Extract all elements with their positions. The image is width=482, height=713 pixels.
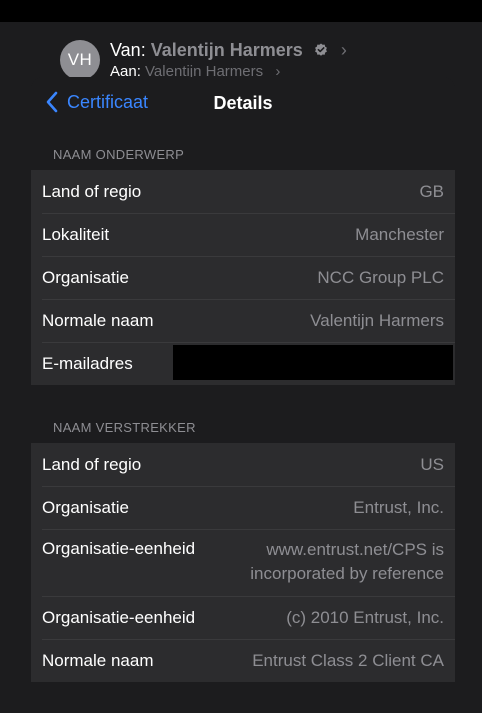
list-item: Land of regio US	[31, 443, 455, 486]
row-value: NCC Group PLC	[317, 267, 444, 287]
from-name: Valentijn Harmers	[150, 40, 303, 60]
list-item: Organisatie-eenheid (c) 2010 Entrust, In…	[31, 596, 455, 639]
row-value: Entrust Class 2 Client CA	[252, 650, 444, 670]
row-label: Normale naam	[42, 650, 154, 670]
row-label: Normale naam	[42, 310, 154, 330]
mail-from[interactable]: Van: Valentijn Harmers ›	[110, 40, 347, 61]
list-item: Organisatie Entrust, Inc.	[31, 486, 455, 529]
status-bar	[0, 0, 482, 22]
verified-icon	[314, 43, 327, 56]
page-title: Details	[213, 93, 273, 113]
row-value: Manchester	[355, 224, 444, 244]
avatar[interactable]: VH	[60, 40, 100, 80]
screen: VH Van: Valentijn Harmers › Aan: Valenti…	[0, 0, 482, 713]
list-item: Normale naam Entrust Class 2 Client CA	[31, 639, 455, 682]
section-header-subject: NAAM ONDERWERP	[53, 147, 185, 162]
list-item: Land of regio GB	[31, 170, 455, 213]
row-label: Organisatie	[42, 497, 129, 517]
subject-section: Land of regio GB Lokaliteit Manchester O…	[31, 170, 455, 385]
row-label: Organisatie-eenheid	[42, 607, 196, 627]
row-label: Lokaliteit	[42, 224, 110, 244]
row-value: US	[420, 454, 444, 474]
row-value: Entrust, Inc.	[353, 497, 444, 517]
list-item: Organisatie NCC Group PLC	[31, 256, 455, 299]
list-item: Organisatie-eenheid www.entrust.net/CPS …	[31, 529, 455, 596]
certificate-details-sheet: Certificaat Details NAAM ONDERWERP Land …	[31, 77, 455, 713]
section-header-issuer: NAAM VERSTREKKER	[53, 420, 196, 435]
list-item: Normale naam Valentijn Harmers	[31, 299, 455, 342]
row-label: Land of regio	[42, 181, 142, 201]
issuer-section: Land of regio US Organisatie Entrust, In…	[31, 443, 455, 682]
row-label: Land of regio	[42, 454, 142, 474]
list-item: Lokaliteit Manchester	[31, 213, 455, 256]
row-value: Valentijn Harmers	[310, 310, 444, 330]
row-value: www.entrust.net/CPS is incorporated by r…	[250, 540, 444, 583]
chevron-right-icon: ›	[340, 40, 347, 60]
redaction-block	[173, 345, 453, 380]
row-label: E-mailadres	[42, 353, 133, 373]
list-item: E-mailadres	[31, 342, 455, 385]
navigation-bar: Certificaat Details	[31, 77, 455, 132]
row-label: Organisatie	[42, 267, 129, 287]
row-value: (c) 2010 Entrust, Inc.	[286, 607, 444, 627]
from-label: Van:	[110, 40, 146, 60]
row-value: GB	[419, 181, 444, 201]
row-label: Organisatie-eenheid	[42, 539, 196, 558]
